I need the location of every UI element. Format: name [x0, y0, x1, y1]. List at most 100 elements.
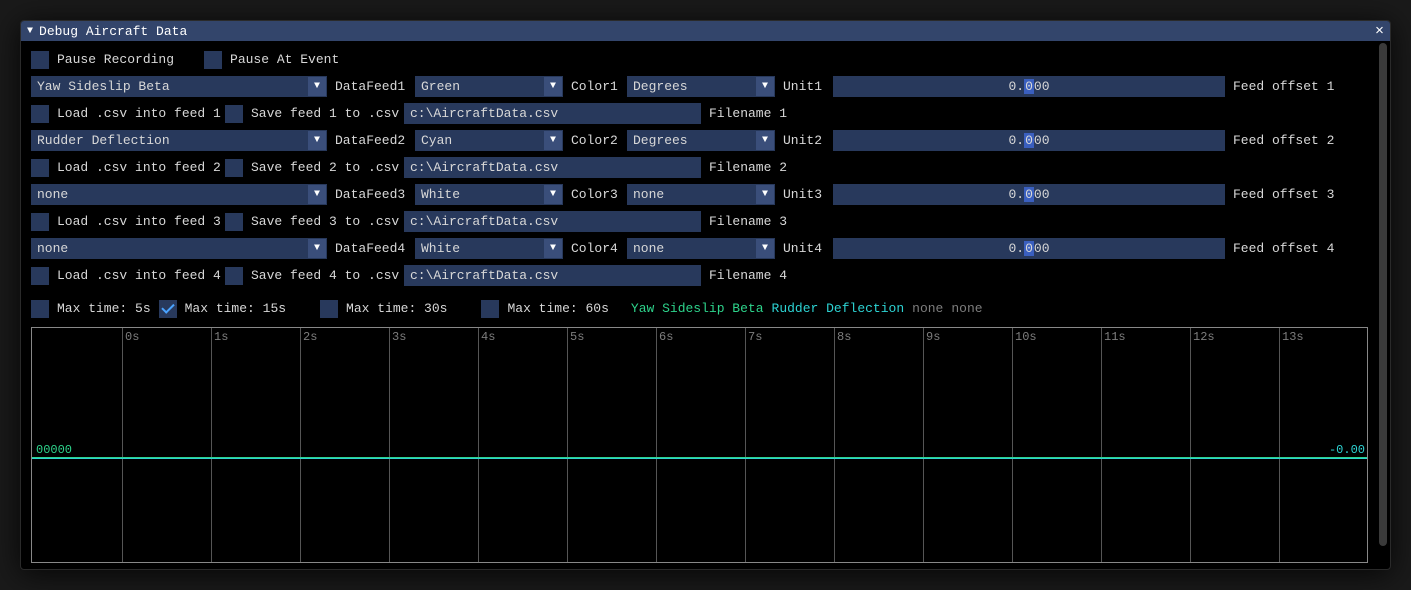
plot-area[interactable]: 0s1s2s3s4s5s6s7s8s9s10s11s12s13s00000-0.… [31, 327, 1368, 563]
legend-series-2: Rudder Deflection [772, 301, 905, 316]
filename-4-label: Filename 4 [709, 268, 787, 283]
time-tick-label: 12s [1193, 330, 1215, 344]
save-feed-4-checkbox[interactable] [225, 267, 243, 285]
window-title: Debug Aircraft Data [39, 24, 187, 39]
color-1-combo[interactable]: Green ▼ [415, 76, 563, 97]
unit-2-value: Degrees [633, 133, 752, 148]
color-4-combo[interactable]: White ▼ [415, 238, 563, 259]
color-3-combo[interactable]: White ▼ [415, 184, 563, 205]
gridline [1279, 328, 1280, 562]
load-feed-2-checkbox[interactable] [31, 159, 49, 177]
chevron-down-icon: ▼ [308, 239, 326, 258]
offset-4-input[interactable]: 0.000 [833, 238, 1225, 259]
series-1-value-label: 00000 [36, 443, 72, 457]
offset-2-label: Feed offset 2 [1233, 133, 1334, 148]
chevron-down-icon: ▼ [308, 77, 326, 96]
color-1-label: Color1 [571, 79, 619, 94]
feed-4-row2: Load .csv into feed 4 Save feed 4 to .cs… [31, 265, 1380, 286]
datafeed-3-combo[interactable]: none ▼ [31, 184, 327, 205]
datafeed-3-value: none [37, 187, 304, 202]
unit-4-combo[interactable]: none ▼ [627, 238, 775, 259]
time-tick-label: 7s [748, 330, 762, 344]
datafeed-4-label: DataFeed4 [335, 241, 407, 256]
save-feed-1-checkbox[interactable] [225, 105, 243, 123]
maxtime-5s-label: Max time: 5s [57, 301, 151, 316]
chevron-down-icon: ▼ [756, 185, 774, 204]
time-tick-label: 2s [303, 330, 317, 344]
chevron-down-icon: ▼ [308, 131, 326, 150]
series-2-value-label: -0.00 [1329, 443, 1365, 457]
close-icon[interactable]: × [1375, 24, 1384, 39]
color-2-value: Cyan [421, 133, 540, 148]
scrollbar[interactable] [1377, 43, 1389, 567]
save-feed-2-checkbox[interactable] [225, 159, 243, 177]
load-feed-1-label: Load .csv into feed 1 [57, 106, 217, 121]
collapse-arrow-icon[interactable]: ▼ [27, 26, 33, 37]
datafeed-1-combo[interactable]: Yaw Sideslip Beta ▼ [31, 76, 327, 97]
pause-at-event-checkbox[interactable] [204, 51, 222, 69]
offset-3-input[interactable]: 0.000 [833, 184, 1225, 205]
datafeed-2-label: DataFeed2 [335, 133, 407, 148]
save-feed-3-checkbox[interactable] [225, 213, 243, 231]
chevron-down-icon: ▼ [544, 239, 562, 258]
gridline [1101, 328, 1102, 562]
maxtime-60s-label: Max time: 60s [507, 301, 608, 316]
gridline [745, 328, 746, 562]
unit-1-label: Unit1 [783, 79, 825, 94]
offset-4-label: Feed offset 4 [1233, 241, 1334, 256]
filename-4-input[interactable]: c:\AircraftData.csv [404, 265, 701, 286]
maxtime-row: Max time: 5s Max time: 15s Max time: 30s… [31, 298, 1380, 319]
pause-recording-checkbox[interactable] [31, 51, 49, 69]
save-feed-3-label: Save feed 3 to .csv [251, 214, 396, 229]
chevron-down-icon: ▼ [756, 131, 774, 150]
maxtime-5s-checkbox[interactable] [31, 300, 49, 318]
datafeed-4-value: none [37, 241, 304, 256]
titlebar[interactable]: ▼ Debug Aircraft Data × [21, 21, 1390, 41]
unit-3-combo[interactable]: none ▼ [627, 184, 775, 205]
offset-1-input[interactable]: 0.000 [833, 76, 1225, 97]
unit-1-combo[interactable]: Degrees ▼ [627, 76, 775, 97]
color-2-combo[interactable]: Cyan ▼ [415, 130, 563, 151]
offset-2-input[interactable]: 0.000 [833, 130, 1225, 151]
time-tick-label: 9s [926, 330, 940, 344]
chevron-down-icon: ▼ [756, 77, 774, 96]
gridline [122, 328, 123, 562]
load-feed-4-label: Load .csv into feed 4 [57, 268, 217, 283]
gridline [478, 328, 479, 562]
maxtime-60s-checkbox[interactable] [481, 300, 499, 318]
offset-1-label: Feed offset 1 [1233, 79, 1334, 94]
unit-2-combo[interactable]: Degrees ▼ [627, 130, 775, 151]
time-tick-label: 8s [837, 330, 851, 344]
unit-3-label: Unit3 [783, 187, 825, 202]
datafeed-2-combo[interactable]: Rudder Deflection ▼ [31, 130, 327, 151]
chevron-down-icon: ▼ [544, 77, 562, 96]
time-tick-label: 3s [392, 330, 406, 344]
filename-1-input[interactable]: c:\AircraftData.csv [404, 103, 701, 124]
time-tick-label: 0s [125, 330, 139, 344]
scrollbar-thumb[interactable] [1379, 43, 1387, 546]
filename-2-input[interactable]: c:\AircraftData.csv [404, 157, 701, 178]
window-body: Pause Recording Pause At Event Yaw Sides… [21, 41, 1390, 569]
gridline [389, 328, 390, 562]
pause-at-event-label: Pause At Event [230, 52, 339, 67]
maxtime-30s-label: Max time: 30s [346, 301, 447, 316]
load-feed-4-checkbox[interactable] [31, 267, 49, 285]
load-feed-3-checkbox[interactable] [31, 213, 49, 231]
time-tick-label: 11s [1104, 330, 1126, 344]
datafeed-4-combo[interactable]: none ▼ [31, 238, 327, 259]
legend-series-3: none [912, 301, 943, 316]
time-tick-label: 4s [481, 330, 495, 344]
color-2-label: Color2 [571, 133, 619, 148]
filename-3-input[interactable]: c:\AircraftData.csv [404, 211, 701, 232]
unit-2-label: Unit2 [783, 133, 825, 148]
maxtime-30s-checkbox[interactable] [320, 300, 338, 318]
feed-4-row1: none ▼ DataFeed4 White ▼ Color4 none ▼ U… [31, 238, 1380, 259]
load-feed-1-checkbox[interactable] [31, 105, 49, 123]
legend-series-1: Yaw Sideslip Beta [631, 301, 764, 316]
datafeed-1-label: DataFeed1 [335, 79, 407, 94]
color-1-value: Green [421, 79, 540, 94]
maxtime-15s-checkbox[interactable] [159, 300, 177, 318]
debug-aircraft-window: ▼ Debug Aircraft Data × Pause Recording … [20, 20, 1391, 570]
time-tick-label: 1s [214, 330, 228, 344]
save-feed-2-label: Save feed 2 to .csv [251, 160, 396, 175]
